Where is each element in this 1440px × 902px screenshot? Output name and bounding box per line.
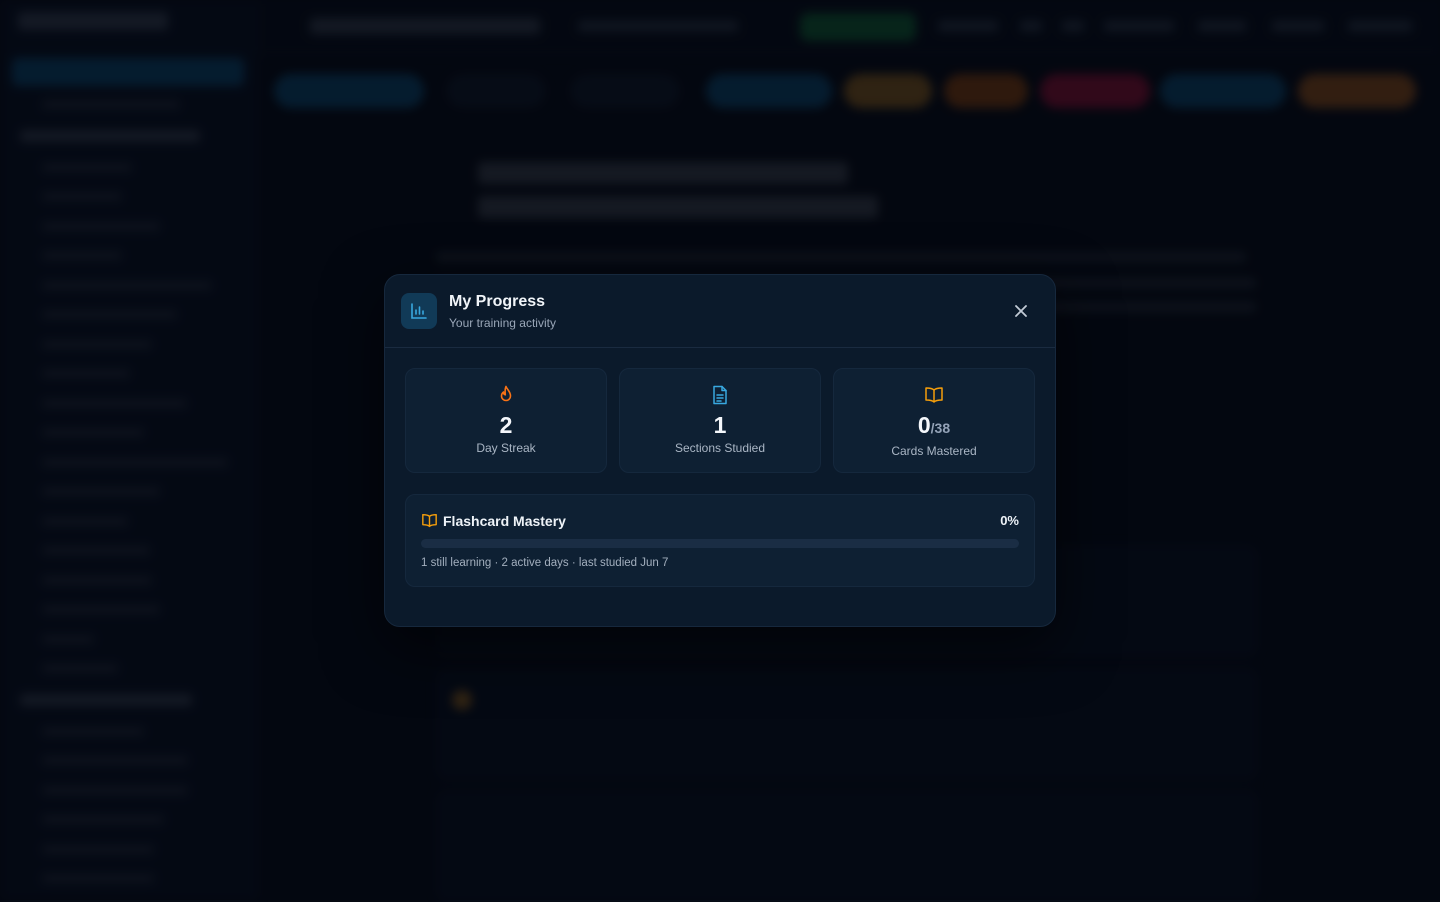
mastery-title: Flashcard Mastery bbox=[443, 513, 566, 529]
stat-label: Cards Mastered bbox=[891, 444, 976, 458]
modal-title: My Progress bbox=[449, 293, 545, 311]
stat-denominator: /38 bbox=[931, 420, 950, 436]
stat-sections-studied: 1 Sections Studied bbox=[619, 368, 821, 473]
mastery-progress-bar bbox=[421, 539, 1019, 548]
stat-value: 1 bbox=[714, 412, 727, 438]
stat-label: Day Streak bbox=[476, 441, 535, 455]
flashcard-mastery-panel: Flashcard Mastery 0% 1 still learning · … bbox=[405, 494, 1035, 587]
modal-subtitle: Your training activity bbox=[449, 316, 556, 330]
mastery-percent: 0% bbox=[1000, 513, 1019, 528]
close-icon bbox=[1014, 304, 1028, 318]
stat-cards-mastered: 0/38 Cards Mastered bbox=[833, 368, 1035, 473]
modal-header: My Progress Your training activity bbox=[385, 275, 1055, 348]
bar-chart-icon bbox=[401, 293, 437, 329]
flame-icon bbox=[498, 384, 514, 406]
progress-modal: My Progress Your training activity 2 Day… bbox=[384, 274, 1056, 627]
stat-value: 2 bbox=[500, 412, 513, 438]
book-open-icon bbox=[924, 384, 944, 406]
document-icon bbox=[711, 384, 729, 406]
stat-value: 0 bbox=[918, 412, 931, 438]
stats-row: 2 Day Streak 1 Sections Studied 0/38 Car… bbox=[405, 368, 1035, 473]
stat-day-streak: 2 Day Streak bbox=[405, 368, 607, 473]
close-button[interactable] bbox=[1009, 299, 1033, 323]
stat-label: Sections Studied bbox=[675, 441, 765, 455]
book-open-icon bbox=[421, 513, 438, 533]
mastery-meta: 1 still learning · 2 active days · last … bbox=[421, 557, 668, 569]
